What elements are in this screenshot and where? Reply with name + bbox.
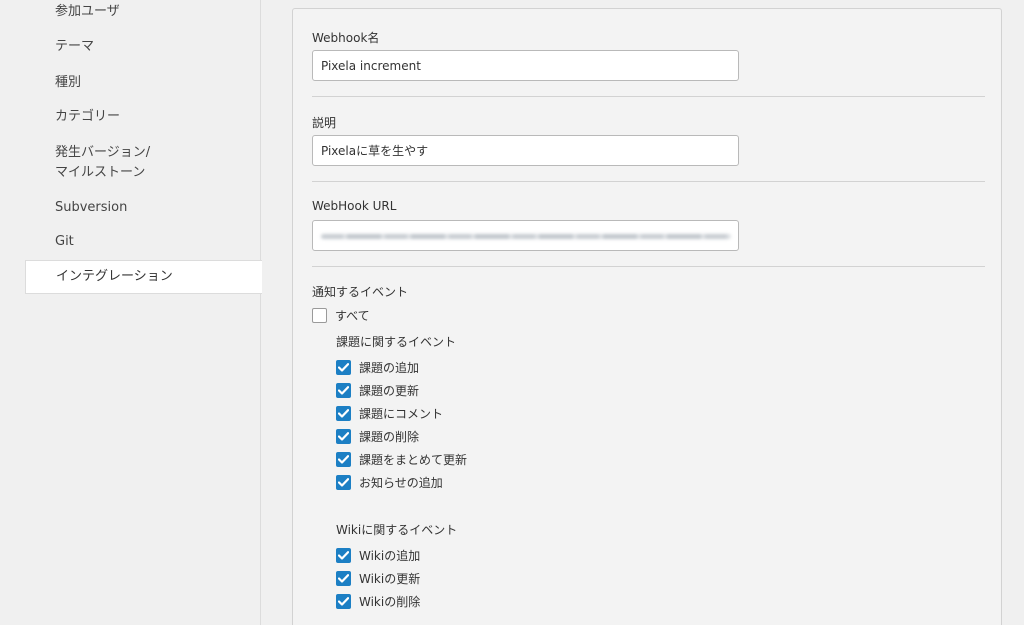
webhook-url-input[interactable] <box>312 220 739 251</box>
checkbox-checked-icon[interactable] <box>336 382 351 398</box>
checkbox-checked-icon[interactable] <box>336 359 351 375</box>
event-checkbox-row[interactable]: Wikiの更新 <box>336 569 420 587</box>
event-checkbox-row[interactable]: 課題の追加 <box>336 358 419 376</box>
event-checkbox-row[interactable]: Wikiの追加 <box>336 546 420 564</box>
webhook-name-label: Webhook名 <box>312 31 380 45</box>
event-all-label: すべて <box>335 308 370 323</box>
checkbox-checked-icon[interactable] <box>336 474 351 490</box>
event-checkbox-label: Wikiの追加 <box>359 548 421 563</box>
event-checkbox-label: お知らせの追加 <box>359 475 443 490</box>
sidebar-item-members[interactable]: 参加ユーザ <box>55 2 120 22</box>
divider <box>312 266 985 267</box>
sidebar-item-versions-line2: マイルストーン <box>55 165 146 180</box>
event-checkbox-row[interactable]: お知らせの追加 <box>336 473 443 491</box>
wiki-events-title: Wikiに関するイベント <box>336 523 458 537</box>
event-checkbox-label: 課題をまとめて更新 <box>359 452 468 467</box>
event-checkbox-label: 課題の更新 <box>359 383 420 398</box>
issue-events-title: 課題に関するイベント <box>336 335 457 349</box>
sidebar-item-subversion[interactable]: Subversion <box>55 198 127 218</box>
event-checkbox-row[interactable]: 課題の更新 <box>336 381 419 399</box>
event-checkbox-label: Wikiの更新 <box>359 571 421 586</box>
sidebar-item-issue-types[interactable]: 種別 <box>55 73 81 93</box>
description-label: 説明 <box>312 116 337 130</box>
checkbox-unchecked-icon[interactable] <box>312 307 327 323</box>
sidebar-item-integration[interactable]: インテグレーション <box>25 260 262 294</box>
event-checkbox-label: Wikiの削除 <box>359 594 421 609</box>
webhook-name-input[interactable] <box>312 50 739 81</box>
sidebar-item-versions[interactable]: 発生バージョン/ マイルストーン <box>55 143 150 183</box>
event-checkbox-row[interactable]: 課題をまとめて更新 <box>336 450 467 468</box>
event-checkbox-row[interactable]: Wikiの削除 <box>336 592 420 610</box>
sidebar-item-versions-line1: 発生バージョン/ <box>55 145 151 160</box>
checkbox-checked-icon[interactable] <box>336 547 351 563</box>
event-checkbox-label: 課題の追加 <box>359 360 420 375</box>
sidebar-item-git[interactable]: Git <box>55 232 74 252</box>
divider <box>312 96 985 97</box>
webhook-form-panel: Webhook名 説明 WebHook URL 通知するイベント すべて 課題に… <box>292 8 1002 625</box>
sidebar-item-theme[interactable]: テーマ <box>55 37 94 57</box>
event-checkbox-row[interactable]: 課題の削除 <box>336 427 419 445</box>
checkbox-checked-icon[interactable] <box>336 405 351 421</box>
event-checkbox-row[interactable]: 課題にコメント <box>336 404 443 422</box>
events-label: 通知するイベント <box>312 285 409 299</box>
checkbox-checked-icon[interactable] <box>336 451 351 467</box>
description-input[interactable] <box>312 135 739 166</box>
event-checkbox-label: 課題にコメント <box>359 406 444 421</box>
event-checkbox-label: 課題の削除 <box>359 429 420 444</box>
event-all-checkbox-row[interactable]: すべて <box>312 306 370 324</box>
webhook-url-label: WebHook URL <box>312 199 397 213</box>
sidebar-item-categories[interactable]: カテゴリー <box>55 107 120 127</box>
checkbox-checked-icon[interactable] <box>336 570 351 586</box>
settings-sidebar: 参加ユーザ テーマ 種別 カテゴリー 発生バージョン/ マイルストーン Subv… <box>0 0 262 625</box>
redacted-url-text <box>321 234 731 239</box>
checkbox-checked-icon[interactable] <box>336 593 351 609</box>
divider <box>312 181 985 182</box>
checkbox-checked-icon[interactable] <box>336 428 351 444</box>
